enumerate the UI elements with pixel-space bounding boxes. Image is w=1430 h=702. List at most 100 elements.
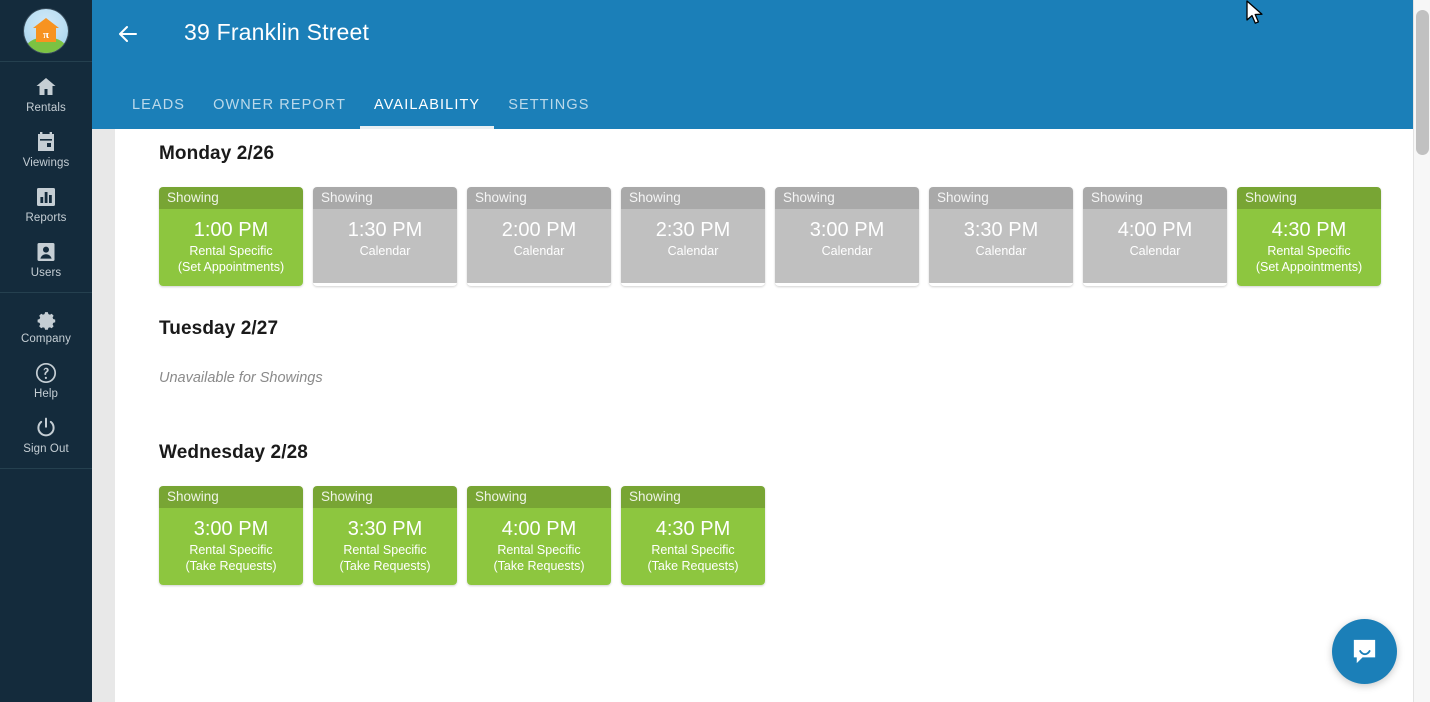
slot-time: 3:00 PM	[193, 518, 269, 540]
bar-chart-icon	[34, 185, 58, 209]
availability-list: Monday 2/26 Showing 1:00 PM Rental Specific…	[115, 129, 1414, 702]
slot-status-label: Showing	[313, 187, 457, 209]
slot-type: Calendar	[513, 244, 565, 258]
showing-slot-card[interactable]: Showing 3:00 PM Calendar	[775, 187, 919, 286]
back-button[interactable]	[108, 18, 148, 50]
calendar-icon	[34, 130, 58, 154]
slot-type: Rental Specific	[189, 244, 273, 258]
content-card: Monday 2/26 Showing 1:00 PM Rental Specific…	[115, 129, 1414, 702]
page-scrollbar[interactable]	[1413, 0, 1430, 702]
slot-subtype: (Take Requests)	[493, 559, 585, 573]
showing-slot-card[interactable]: Showing 4:00 PM Calendar	[1083, 187, 1227, 286]
slot-body: 1:00 PM Rental Specific (Set Appointments)	[159, 209, 303, 286]
slot-body: 4:30 PM Rental Specific (Take Requests)	[621, 508, 765, 585]
chat-launcher-button[interactable]	[1332, 619, 1397, 684]
showing-slot-card[interactable]: Showing 3:00 PM Rental Specific (Take Reque…	[159, 486, 303, 585]
sidebar-group-primary: Rentals Viewings Reports Users	[0, 62, 92, 293]
page-header: 39 Franklin Street LEADS OWNER REPORT AVAI…	[92, 0, 1414, 129]
slot-body: 3:00 PM Calendar	[775, 209, 919, 283]
slot-subtype: (Take Requests)	[185, 559, 277, 573]
day-title: Monday 2/26	[159, 143, 275, 164]
slot-subtype: (Take Requests)	[647, 559, 739, 573]
slot-status-label: Showing	[1237, 187, 1381, 209]
day-block: Tuesday 2/27 Unavailable for Showings	[115, 318, 1414, 386]
slot-status-label: Showing	[467, 486, 611, 508]
slot-type: Calendar	[359, 244, 411, 258]
slot-status-label: Showing	[929, 187, 1073, 209]
chat-bubble-icon	[1353, 639, 1376, 664]
showing-slot-card[interactable]: Showing 3:30 PM Calendar	[929, 187, 1073, 286]
slot-type: Calendar	[667, 244, 719, 258]
showing-slot-card[interactable]: Showing 2:30 PM Calendar	[621, 187, 765, 286]
tab-bar: LEADS OWNER REPORT AVAILABILITY SETTINGS	[118, 81, 604, 129]
slot-body: 2:00 PM Calendar	[467, 209, 611, 283]
slot-body: 3:30 PM Calendar	[929, 209, 1073, 283]
slot-body: 2:30 PM Calendar	[621, 209, 765, 283]
showing-slot-card[interactable]: Showing 4:30 PM Rental Specific (Take Reque…	[621, 486, 765, 585]
slot-time: 3:30 PM	[963, 219, 1039, 241]
slot-status-label: Showing	[159, 187, 303, 209]
sidebar-item-label: Company	[21, 333, 71, 345]
page-scrollbar-thumb[interactable]	[1416, 10, 1429, 155]
slot-body: 4:00 PM Calendar	[1083, 209, 1227, 283]
page-title: 39 Franklin Street	[184, 19, 370, 45]
day-title: Wednesday 2/28	[159, 442, 308, 463]
app-logo[interactable]: π	[0, 0, 92, 62]
home-icon	[34, 75, 58, 99]
day-unavailable-message: Unavailable for Showings	[159, 370, 323, 386]
slot-type: Rental Specific	[651, 543, 735, 557]
power-icon	[34, 416, 58, 440]
slot-status-label: Showing	[1083, 187, 1227, 209]
slot-type: Calendar	[821, 244, 873, 258]
sidebar-item-label: Reports	[25, 212, 67, 224]
application-window: π Rentals Viewings Reports Users Company Hel…	[0, 0, 1430, 702]
tab-leads[interactable]: LEADS	[118, 81, 199, 129]
tab-owner-report[interactable]: OWNER REPORT	[199, 81, 360, 129]
slot-status-label: Showing	[621, 187, 765, 209]
sidebar-item-help[interactable]: Help	[0, 352, 92, 407]
showing-slot-card[interactable]: Showing 4:30 PM Rental Specific (Set Appoin…	[1237, 187, 1381, 286]
slot-time: 1:00 PM	[193, 219, 269, 241]
question-icon	[34, 361, 58, 385]
sidebar-item-rentals[interactable]: Rentals	[0, 66, 92, 121]
slot-time: 2:30 PM	[655, 219, 731, 241]
showing-slot-card[interactable]: Showing 4:00 PM Rental Specific (Take Reque…	[467, 486, 611, 585]
slot-status-label: Showing	[621, 486, 765, 508]
sidebar-item-company[interactable]: Company	[0, 297, 92, 352]
sidebar-item-users[interactable]: Users	[0, 231, 92, 286]
day-block: Monday 2/26 Showing 1:00 PM Rental Specific…	[115, 143, 1414, 286]
sidebar-item-reports[interactable]: Reports	[0, 176, 92, 231]
slot-time: 4:00 PM	[1117, 219, 1193, 241]
slot-body: 4:00 PM Rental Specific (Take Requests)	[467, 508, 611, 585]
slot-status-label: Showing	[775, 187, 919, 209]
user-icon	[34, 240, 58, 264]
showing-slot-card[interactable]: Showing 2:00 PM Calendar	[467, 187, 611, 286]
sidebar-item-label: Viewings	[22, 157, 70, 169]
slot-body: 3:00 PM Rental Specific (Take Requests)	[159, 508, 303, 585]
slot-body: 1:30 PM Calendar	[313, 209, 457, 283]
slot-row: Showing 3:00 PM Rental Specific (Take Reque…	[159, 486, 1414, 585]
slot-body: 3:30 PM Rental Specific (Take Requests)	[313, 508, 457, 585]
sidebar-item-label: Help	[33, 388, 59, 400]
slot-subtype: (Set Appointments)	[177, 260, 285, 274]
tab-availability[interactable]: AVAILABILITY	[360, 81, 495, 129]
slot-type: Rental Specific	[1267, 244, 1351, 258]
sidebar-item-sign-out[interactable]: Sign Out	[0, 407, 92, 462]
slot-type: Rental Specific	[189, 543, 273, 557]
slot-time: 2:00 PM	[501, 219, 577, 241]
sidebar-item-viewings[interactable]: Viewings	[0, 121, 92, 176]
sidebar-item-label: Rentals	[26, 102, 66, 114]
showing-slot-card[interactable]: Showing 3:30 PM Rental Specific (Take Reque…	[313, 486, 457, 585]
slot-row: Showing 1:00 PM Rental Specific (Set Appoin…	[159, 187, 1414, 286]
day-title: Tuesday 2/27	[159, 318, 279, 339]
slot-type: Rental Specific	[497, 543, 581, 557]
slot-type: Calendar	[975, 244, 1027, 258]
showing-slot-card[interactable]: Showing 1:00 PM Rental Specific (Set Appoin…	[159, 187, 303, 286]
showing-slot-card[interactable]: Showing 1:30 PM Calendar	[313, 187, 457, 286]
slot-subtype: (Take Requests)	[339, 559, 431, 573]
tab-settings[interactable]: SETTINGS	[494, 81, 603, 129]
slot-type: Calendar	[1129, 244, 1181, 258]
slot-time: 4:00 PM	[501, 518, 577, 540]
